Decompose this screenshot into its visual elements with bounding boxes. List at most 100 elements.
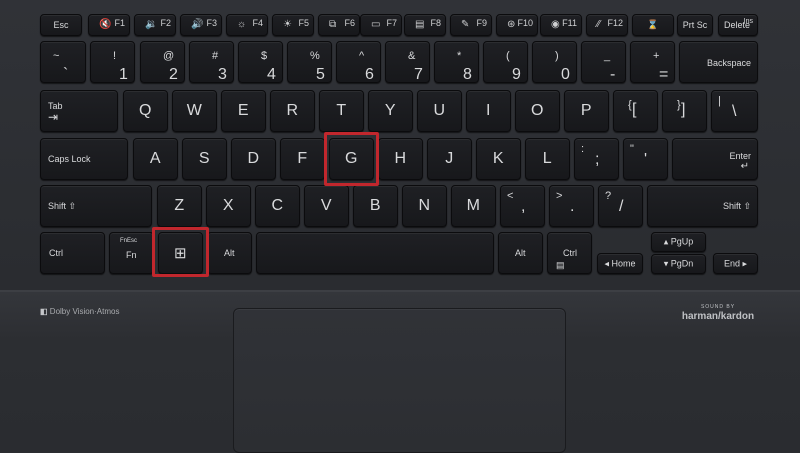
key-backspace[interactable]: Backspace [679,41,758,83]
key-4-top: $ [261,50,268,62]
key-x-label: X [222,197,235,214]
key-left-bracket[interactable]: { [ [613,90,658,132]
key-h[interactable]: H [378,138,423,180]
key-f5[interactable]: ☀ F5 [272,14,314,36]
key-5[interactable]: % 5 [287,41,332,83]
key-w[interactable]: W [172,90,217,132]
key-quote[interactable]: " ' [623,138,668,180]
key-f10[interactable]: ⊛ F10 [496,14,538,36]
key-semicolon-bottom: ; [595,151,600,168]
key-f6-label: F6 [344,18,355,28]
key-i[interactable]: I [466,90,511,132]
key-backslash-bottom: \ [732,103,737,120]
key-backslash[interactable]: | \ [711,90,758,132]
key-f3[interactable]: 🔊 F3 [180,14,222,36]
key-minus-top: _ [604,50,611,62]
key-home[interactable]: ◂ Home [597,253,643,274]
key-j[interactable]: J [427,138,472,180]
mic-off-icon: ✎ [461,19,470,30]
key-left-ctrl[interactable]: Ctrl [40,232,105,274]
key-f2[interactable]: 🔉 F2 [134,14,176,36]
key-7[interactable]: & 7 [385,41,430,83]
key-windows[interactable]: ⊞ [158,232,203,274]
touchpad[interactable] [233,308,566,453]
key-d[interactable]: D [231,138,276,180]
key-y[interactable]: Y [368,90,413,132]
key-f7[interactable]: ▭ F7 [360,14,402,36]
key-f6[interactable]: ⧉ F6 [318,14,360,36]
key-9[interactable]: ( 9 [483,41,528,83]
key-f9[interactable]: ✎ F9 [450,14,492,36]
key-caps-lock[interactable]: Caps Lock [40,138,128,180]
key-left-alt[interactable]: Alt [207,232,252,274]
key-0[interactable]: ) 0 [532,41,577,83]
key-g[interactable]: G [329,138,374,180]
display-switch-icon: ⧉ [329,19,337,30]
key-period[interactable]: > . [549,185,594,227]
key-f1[interactable]: 🔇 F1 [88,14,130,36]
key-1[interactable]: ! 1 [90,41,135,83]
key-b[interactable]: B [353,185,398,227]
key-s[interactable]: S [182,138,227,180]
key-7-bottom: 7 [414,66,423,83]
key-right-ctrl[interactable]: Ctrl ▤ [547,232,592,274]
key-q[interactable]: Q [123,90,168,132]
key-period-top: > [556,190,563,202]
key-minus[interactable]: _ - [581,41,626,83]
key-enter[interactable]: Enter ↵ [672,138,758,180]
key-left-ctrl-label: Ctrl [49,248,63,258]
key-3-top: # [212,50,219,62]
key-x[interactable]: X [206,185,251,227]
key-esc[interactable]: Esc [40,14,82,36]
key-8[interactable]: * 8 [434,41,479,83]
key-a[interactable]: A [133,138,178,180]
key-n[interactable]: N [402,185,447,227]
brightness-up-icon: ☀ [283,19,292,30]
key-equals[interactable]: + = [630,41,675,83]
key-4[interactable]: $ 4 [238,41,283,83]
key-r[interactable]: R [270,90,315,132]
key-backtick[interactable]: ~ ` [40,41,86,83]
key-i-label: I [486,102,491,119]
key-k-label: K [492,150,505,167]
key-v[interactable]: V [304,185,349,227]
key-period-bottom: . [570,198,575,215]
key-prtsc[interactable]: Prt Sc [677,14,713,36]
key-p[interactable]: P [564,90,609,132]
key-f-extra[interactable]: ⌛ [632,14,674,36]
key-pgup[interactable]: ▴ PgUp [651,232,706,252]
key-delete[interactable]: Delete Ins [718,14,758,36]
key-fn[interactable]: FnEsc Fn [109,232,154,274]
key-space[interactable] [256,232,494,274]
key-c[interactable]: C [255,185,300,227]
key-comma[interactable]: < , [500,185,545,227]
key-6[interactable]: ^ 6 [336,41,381,83]
key-f11[interactable]: ◉ F11 [540,14,582,36]
key-k[interactable]: K [476,138,521,180]
key-pgdn[interactable]: ▾ PgDn [651,254,706,274]
key-right-alt[interactable]: Alt [498,232,543,274]
key-3[interactable]: # 3 [189,41,234,83]
key-right-shift[interactable]: Shift ⇧ [647,185,758,227]
key-e[interactable]: E [221,90,266,132]
key-quote-bottom: ' [644,151,648,168]
key-f[interactable]: F [280,138,325,180]
key-f4[interactable]: ☼ F4 [226,14,268,36]
key-s-label: S [198,150,211,167]
key-2[interactable]: @ 2 [140,41,185,83]
key-z[interactable]: Z [157,185,202,227]
key-o[interactable]: O [515,90,560,132]
key-slash[interactable]: ? / [598,185,643,227]
key-left-shift[interactable]: Shift ⇧ [40,185,152,227]
key-l[interactable]: L [525,138,570,180]
key-t[interactable]: T [319,90,364,132]
key-u[interactable]: U [417,90,462,132]
key-tab[interactable]: Tab ⇥ [40,90,118,132]
key-right-bracket[interactable]: } ] [662,90,707,132]
key-end[interactable]: End ▸ [713,253,758,274]
key-f12[interactable]: ⁄⁄ F12 [586,14,628,36]
key-m[interactable]: M [451,185,496,227]
key-semicolon[interactable]: : ; [574,138,619,180]
key-f8[interactable]: ▤ F8 [404,14,446,36]
key-f11-label: F11 [562,18,577,28]
